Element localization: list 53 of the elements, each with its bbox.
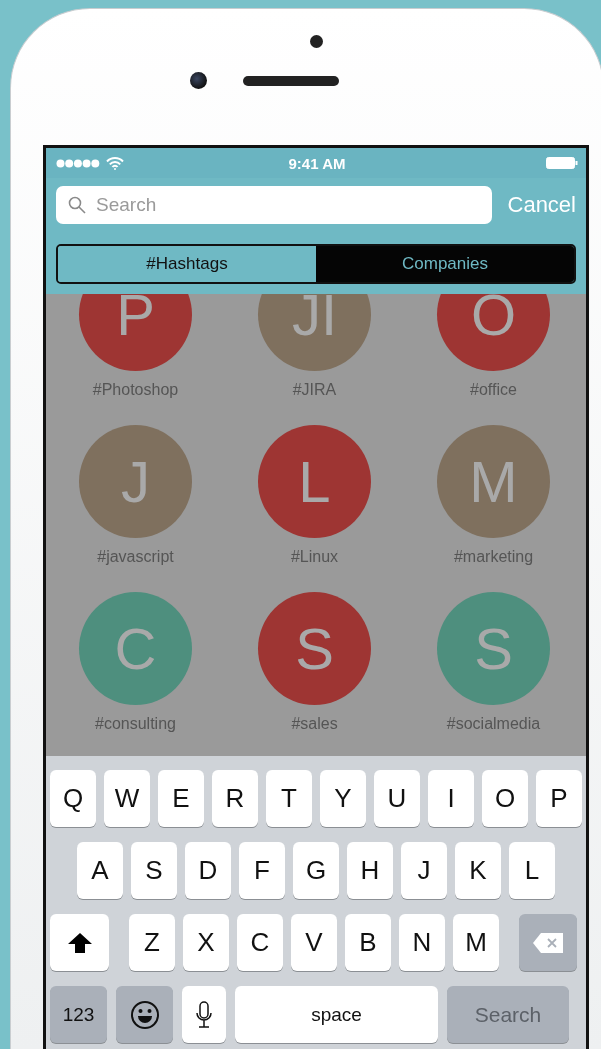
letter-key[interactable]: O [482,770,528,827]
segment-tab[interactable]: Companies [316,246,574,282]
letter-key[interactable]: F [239,842,285,899]
letter-key[interactable]: M [453,914,499,971]
letter-key[interactable]: P [536,770,582,827]
letter-key[interactable]: S [131,842,177,899]
letter-key[interactable]: Y [320,770,366,827]
smiley-icon [129,999,160,1030]
letter-key[interactable]: G [293,842,339,899]
camera-lens [189,72,207,89]
numbers-key[interactable]: 123 [50,986,107,1043]
letter-key[interactable]: D [185,842,231,899]
hashtag-label: #consulting [95,715,176,733]
hashtag-label: #Linux [290,548,339,566]
letter-key[interactable]: A [77,842,123,899]
letter-key[interactable]: L [509,842,555,899]
letter-key[interactable]: T [266,770,312,827]
wifi-icon [106,156,124,170]
backspace-icon [532,931,564,954]
letter-key[interactable]: X [183,914,229,971]
letter-key[interactable]: W [104,770,150,827]
search-field[interactable]: Search [56,186,492,224]
hashtag-label: #javascript [97,548,174,566]
signal-icon [56,158,100,168]
hashtag-label: #marketing [453,548,534,566]
microphone-key[interactable] [182,986,226,1043]
letter-key[interactable]: R [212,770,258,827]
emoji-key[interactable] [116,986,173,1043]
letter-key[interactable]: E [158,770,204,827]
hashtag-label: #JIRA [292,381,337,399]
sensor-dot [309,35,323,48]
letter-key[interactable]: H [347,842,393,899]
clock-time: 9:41 AM [288,154,346,172]
letter-key[interactable]: N [399,914,445,971]
letter-key[interactable]: J [401,842,447,899]
shift-arrow-icon [66,931,93,954]
battery-icon [546,157,578,169]
microphone-icon [195,1000,213,1029]
letter-key[interactable]: I [428,770,474,827]
letter-key[interactable]: C [237,914,283,971]
hashtag-label: #socialmedia [446,715,541,733]
letter-key[interactable]: Z [129,914,175,971]
hashtag-label: #sales [291,715,338,733]
hashtag-label: #office [470,381,517,399]
letter-key[interactable]: Q [50,770,96,827]
letter-key[interactable]: B [345,914,391,971]
letter-key[interactable]: K [455,842,501,899]
search-icon [68,196,86,214]
space-key[interactable]: space [235,986,438,1043]
letter-key[interactable]: V [291,914,337,971]
letter-key[interactable]: U [374,770,420,827]
hashtag-label: #Photoshop [92,381,179,399]
shift-key[interactable] [50,914,109,971]
